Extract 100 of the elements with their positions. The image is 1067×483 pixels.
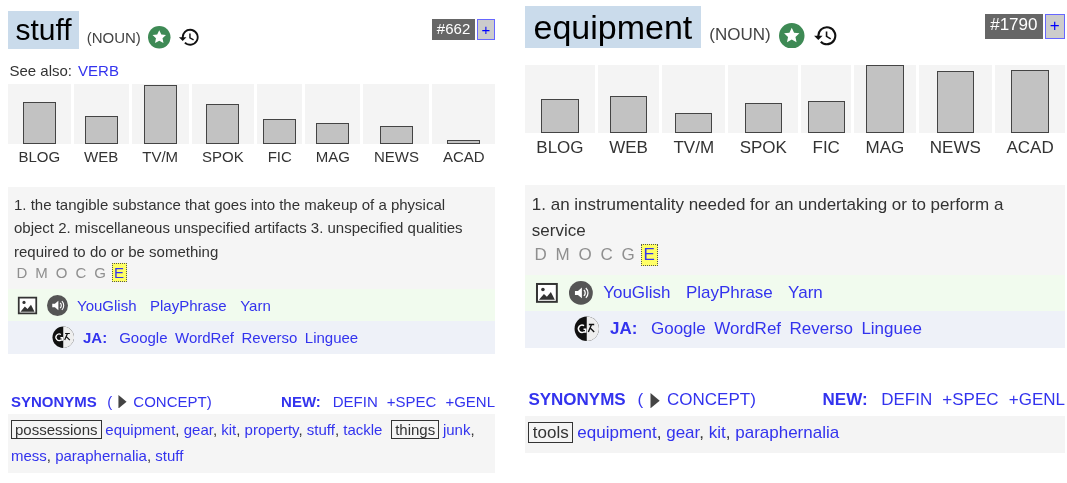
genre-label: FIC [811, 137, 841, 158]
new-action-link[interactable]: DEFIN [881, 390, 933, 411]
genre-label: WEB [608, 137, 649, 158]
new-action-link[interactable]: +SPEC [942, 390, 999, 411]
synonym-link[interactable]: stuff [306, 421, 335, 439]
caret-icon[interactable] [650, 392, 661, 409]
speaker-icon[interactable] [569, 280, 593, 305]
new-action-link[interactable]: +GENL [1008, 390, 1065, 411]
synonym-link[interactable]: junk [442, 421, 471, 439]
see-also-link[interactable]: VERB [78, 62, 119, 80]
image-icon[interactable] [535, 280, 559, 305]
comma: , [175, 421, 180, 439]
rank-badge: #1790 [985, 14, 1043, 39]
caret-icon[interactable] [118, 394, 128, 408]
image-icon[interactable] [17, 294, 38, 316]
open-paren: ( [637, 390, 644, 411]
synonym-group-head[interactable]: possessions [11, 420, 102, 440]
genre-label: MAG [864, 137, 906, 158]
media-link[interactable]: Yarn [788, 282, 823, 303]
genre-label: SPOK [201, 147, 245, 165]
genre-label: NEWS [928, 137, 982, 158]
genre-label: ACAD [441, 147, 486, 165]
open-paren: ( [107, 392, 113, 410]
media-link[interactable]: PlayPhrase [150, 296, 227, 314]
speaker-icon[interactable] [47, 294, 68, 316]
frequency-bar [744, 102, 782, 134]
definition-text: 1. an instrumentality needed for an undertaking or to perform a service [530, 193, 1005, 242]
genre-label: WEB [83, 147, 120, 165]
translate-icon[interactable] [51, 326, 74, 349]
frequency-bar [675, 113, 713, 134]
concept-link[interactable]: CONCEPT) [133, 392, 212, 410]
translation-link[interactable]: Reverso [241, 328, 298, 346]
genre-label: TV/M [672, 137, 716, 158]
comma: , [656, 422, 662, 442]
translation-link[interactable]: WordRef [175, 328, 234, 346]
frequency-bar [263, 118, 297, 144]
frequency-bar [447, 139, 481, 144]
genre-label: TV/M [141, 147, 180, 165]
rank-badge: #662 [432, 18, 475, 41]
media-link[interactable]: Yarn [240, 296, 271, 314]
synonym-link[interactable]: paraphernalia [735, 422, 840, 442]
comma: , [146, 446, 152, 464]
genre-label: MAG [314, 147, 351, 165]
frequency-bar [609, 96, 648, 134]
genre-label: NEWS [372, 147, 420, 165]
translation-link[interactable]: Google [650, 319, 706, 340]
comma: , [725, 422, 731, 442]
comma: , [334, 421, 340, 439]
media-link[interactable]: PlayPhrase [685, 282, 773, 303]
translation-link[interactable]: WordRef [714, 319, 782, 340]
media-link[interactable]: YouGlish [77, 296, 137, 314]
synonym-link[interactable]: property [244, 421, 299, 439]
comma: , [46, 446, 51, 464]
synonym-link[interactable]: tackle [343, 421, 383, 439]
language-label: JA: [610, 319, 638, 340]
frequency-bar [316, 123, 350, 144]
frequency-bar [936, 70, 974, 134]
new-label: NEW: [822, 390, 868, 411]
add-button[interactable]: + [476, 18, 495, 41]
frequency-bar [1011, 69, 1049, 134]
translation-link[interactable]: Linguee [304, 328, 359, 346]
frequency-bar [807, 100, 845, 134]
frequency-bar [866, 65, 904, 134]
comma: , [470, 421, 475, 439]
translation-link[interactable]: Reverso [789, 319, 853, 340]
part-of-speech: (NOUN) [709, 25, 771, 46]
translation-link[interactable]: Linguee [861, 319, 922, 340]
synonym-group-head[interactable]: things [391, 420, 440, 440]
add-button[interactable]: + [1044, 14, 1065, 39]
translation-link[interactable]: Google [119, 328, 168, 346]
frequency-bar [143, 84, 177, 144]
genre-label: BLOG [535, 137, 585, 158]
new-action-link[interactable]: +SPEC [386, 392, 437, 410]
synonym-link[interactable]: mess [11, 446, 47, 464]
translate-icon[interactable] [574, 316, 600, 342]
history-icon[interactable] [178, 26, 201, 49]
source-letter[interactable]: E [640, 244, 658, 267]
new-label: NEW: [281, 392, 321, 410]
synonym-link[interactable]: paraphernalia [55, 446, 147, 464]
media-link[interactable]: YouGlish [603, 282, 671, 303]
synonyms-link[interactable]: SYNONYMS [11, 392, 97, 410]
comma: , [212, 421, 218, 439]
genre-label: ACAD [1005, 137, 1055, 158]
synonym-link[interactable]: kit [708, 422, 726, 442]
synonym-group-head[interactable]: tools [528, 421, 574, 443]
source-letter[interactable]: E [111, 262, 127, 282]
synonym-link[interactable]: stuff [155, 446, 184, 464]
genre-label: BLOG [17, 147, 62, 165]
part-of-speech: (NOUN) [86, 28, 141, 46]
synonym-link[interactable]: gear [183, 421, 213, 439]
concept-link[interactable]: CONCEPT) [667, 390, 756, 411]
synonym-link[interactable]: equipment [577, 422, 657, 442]
new-action-link[interactable]: +GENL [445, 392, 495, 410]
genre-label: FIC [266, 147, 293, 165]
synonym-link[interactable]: gear [666, 422, 700, 442]
headword: equipment [525, 5, 701, 49]
frequency-bar [84, 115, 118, 144]
genre-label: SPOK [738, 137, 788, 158]
synonyms-link[interactable]: SYNONYMS [528, 390, 626, 411]
new-action-link[interactable]: DEFIN [332, 392, 378, 410]
